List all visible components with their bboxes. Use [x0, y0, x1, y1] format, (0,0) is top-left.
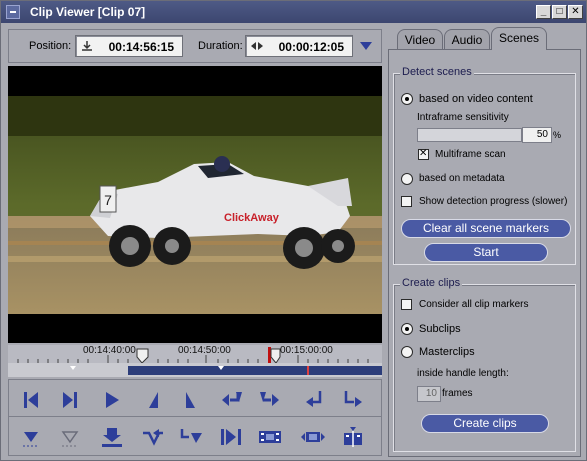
marker-controls	[8, 416, 382, 456]
set-mark-out-icon[interactable]	[257, 388, 283, 412]
duration-value: 00:00:12:05	[278, 40, 344, 54]
create-clips-button[interactable]: Create clips	[421, 414, 549, 433]
clip-viewer-window: Clip Viewer [Clip 07] _ □ ✕ Position: 00…	[0, 0, 587, 461]
clip-track[interactable]	[8, 363, 382, 377]
go-to-mark-in-icon[interactable]	[302, 388, 328, 412]
position-field[interactable]: 00:14:56:15	[75, 35, 183, 57]
transport-controls	[8, 379, 382, 419]
extract-out-icon[interactable]	[179, 425, 205, 449]
sensitivity-label: Intraframe sensitivity	[417, 112, 509, 123]
car-sponsor: ClickAway	[224, 212, 280, 224]
consider-markers-checkbox[interactable]	[401, 299, 412, 310]
based-on-metadata-label[interactable]: based on metadata	[419, 173, 505, 184]
tab-audio[interactable]: Audio	[444, 29, 490, 49]
extract-in-icon[interactable]	[139, 425, 165, 449]
duration-icon	[251, 42, 263, 50]
race-car-frame: 7 ClickAway	[8, 96, 382, 314]
window-title: Clip Viewer [Clip 07]	[30, 5, 146, 19]
play-icon[interactable]	[99, 388, 125, 412]
sensitivity-value-field[interactable]: 50	[522, 127, 552, 143]
radio-based-on-video[interactable]	[401, 93, 413, 105]
handle-length-field[interactable]: 10	[417, 386, 441, 402]
scenes-panel: Detect scenes based on video content Int…	[388, 49, 581, 457]
app-icon	[6, 5, 20, 19]
go-to-start-icon[interactable]	[18, 388, 44, 412]
multiframe-checkbox[interactable]	[418, 148, 429, 160]
duration-label: Duration:	[198, 40, 243, 52]
go-to-mark-out-icon[interactable]	[340, 388, 366, 412]
insert-icon[interactable]	[99, 425, 125, 449]
masterclips-label[interactable]: Masterclips	[419, 346, 475, 358]
car-number: 7	[104, 192, 112, 208]
detect-scenes-title: Detect scenes	[400, 66, 474, 78]
sensitivity-value: 50	[536, 129, 548, 140]
handle-length-label: inside handle length:	[417, 368, 509, 379]
radio-based-on-metadata[interactable]	[401, 173, 413, 185]
track-markers	[70, 366, 309, 375]
multiframe-label[interactable]: Multiframe scan	[435, 149, 506, 160]
based-on-video-label[interactable]: based on video content	[419, 93, 533, 105]
radio-subclips[interactable]	[401, 323, 413, 335]
show-progress-label[interactable]: Show detection progress (slower)	[419, 196, 567, 207]
step-back-icon[interactable]	[139, 388, 165, 412]
position-value: 00:14:56:15	[108, 40, 174, 54]
sensitivity-slider[interactable]	[417, 128, 522, 142]
show-progress-checkbox[interactable]	[401, 196, 412, 207]
film-clip-icon[interactable]	[257, 425, 283, 449]
set-mark-in-icon[interactable]	[218, 388, 244, 412]
minimize-button[interactable]: _	[536, 5, 551, 19]
timeline-ruler[interactable]: 00:14:40:00 00:14:50:00 00:15:00:00	[8, 345, 382, 363]
detect-scenes-group: Detect scenes based on video content Int…	[393, 66, 576, 265]
tab-video[interactable]: Video	[397, 29, 443, 49]
create-clips-title: Create clips	[400, 277, 463, 289]
tab-scenes[interactable]: Scenes	[491, 27, 547, 50]
close-button[interactable]: ✕	[568, 5, 583, 19]
tick-label: 00:15:00:00	[280, 345, 333, 356]
step-forward-icon[interactable]	[179, 388, 205, 412]
film-trim-icon[interactable]	[300, 425, 326, 449]
handle-length-value: 10	[425, 388, 437, 399]
split-clip-icon[interactable]	[340, 425, 366, 449]
handle-unit-label: frames	[442, 388, 473, 399]
timeline[interactable]: 00:14:40:00 00:14:50:00 00:15:00:00	[8, 345, 382, 377]
tick-label: 00:14:40:00	[83, 345, 136, 356]
subclips-label[interactable]: Subclips	[419, 323, 461, 335]
start-button[interactable]: Start	[424, 243, 548, 262]
add-marker-icon[interactable]	[18, 425, 44, 449]
dropdown-arrow-icon[interactable]	[360, 42, 372, 50]
position-icon	[82, 41, 92, 51]
timecode-bar: Position: 00:14:56:15 Duration: 00:00:12…	[8, 29, 382, 63]
remove-marker-icon[interactable]	[57, 425, 83, 449]
sensitivity-unit: %	[553, 130, 562, 140]
radio-masterclips[interactable]	[401, 346, 413, 358]
viewer-panel: Position: 00:14:56:15 Duration: 00:00:12…	[8, 29, 382, 456]
title-bar[interactable]: Clip Viewer [Clip 07] _ □ ✕	[1, 1, 586, 23]
go-to-end-icon[interactable]	[57, 388, 83, 412]
clear-scene-markers-button[interactable]: Clear all scene markers	[401, 219, 571, 238]
create-clips-group: Create clips Consider all clip markers S…	[393, 277, 576, 452]
tick-label: 00:14:50:00	[178, 345, 231, 356]
position-label: Position:	[29, 40, 72, 52]
maximize-button[interactable]: □	[552, 5, 567, 19]
consider-markers-label[interactable]: Consider all clip markers	[419, 299, 528, 310]
duration-field[interactable]: 00:00:12:05	[245, 35, 353, 57]
play-in-out-icon[interactable]	[218, 425, 244, 449]
video-preview[interactable]: 7 ClickAway	[8, 66, 382, 343]
